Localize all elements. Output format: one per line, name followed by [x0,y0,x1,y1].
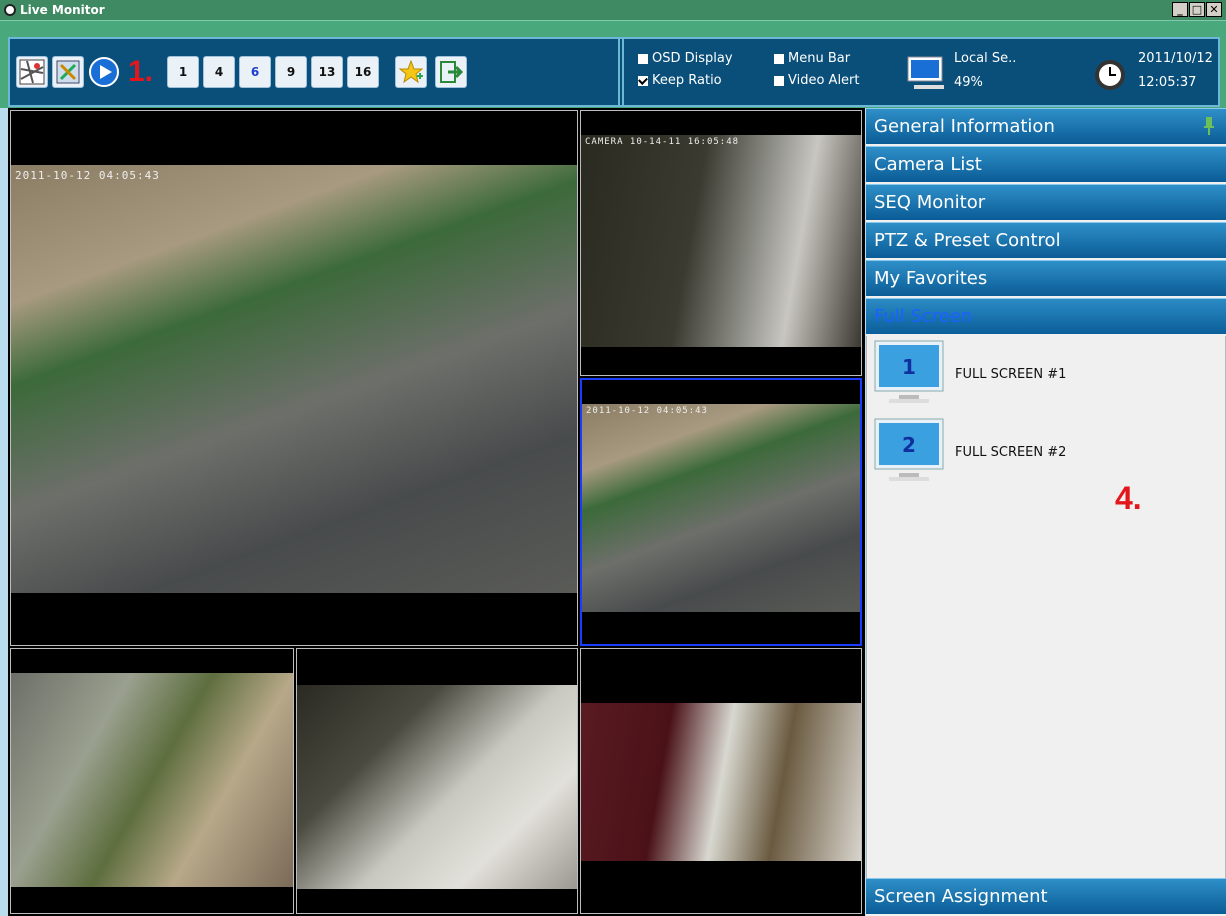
full-screen-label: Full Screen [874,306,973,327]
settings-tool-icon [56,60,80,84]
session-status[interactable]: Local Se.. 49% [906,47,1076,99]
close-button[interactable]: ✕ [1206,2,1222,17]
seq-monitor-label: SEQ Monitor [874,192,986,213]
camera-feed-office [581,703,861,861]
layout-13-button[interactable]: 13 [311,56,344,88]
display-options: OSD Display Menu Bar Keep Ratio Video Al… [638,47,898,99]
step-one-label: 1. [128,55,154,88]
clock-icon [1095,60,1125,90]
layout-13-label: 13 [318,65,336,79]
camera-feed-street-small [582,404,860,612]
panel-ptz-preset-control[interactable]: PTZ & Preset Control [866,222,1226,258]
video-cell-2[interactable]: CAMERA 10-14-11 16:05:48 [580,110,862,376]
layout-4-label: 4 [214,65,224,79]
cam2-osd-timestamp: CAMERA 10-14-11 16:05:48 [585,137,740,147]
camera-feed-room [581,135,861,347]
cam3-osd-timestamp: 2011-10-12 04:05:43 [586,406,708,416]
panel-camera-list[interactable]: Camera List [866,146,1226,182]
layout-1-label: 1 [178,65,188,79]
panel-general-information[interactable]: General Information [866,108,1226,144]
layout-4-button[interactable]: 4 [203,56,236,88]
app-icon [4,4,16,16]
video-alert-box [774,75,784,86]
osd-display-checkbox[interactable]: OSD Display [638,51,733,66]
live-monitor-window: Live Monitor _ □ ✕ 1. 1 4 6 9 13 16 OSD … [0,0,1226,916]
full-screen-1-label: FULL SCREEN #1 [955,366,1067,382]
panel-full-screen[interactable]: Full Screen [866,298,1226,334]
full-screen-2-label: FULL SCREEN #2 [955,444,1067,460]
camera-feed-street [11,165,577,593]
session-name: Local Se.. [954,51,1017,66]
camera-feed-balcony [297,685,577,889]
pin-icon[interactable] [1204,117,1214,135]
video-cell-5[interactable] [296,648,578,914]
menu-bar-box [774,53,784,64]
full-screen-2-number: 2 [902,433,916,457]
layout-9-label: 9 [286,65,296,79]
window-title: Live Monitor [20,3,105,17]
side-panel: General Information Camera List SEQ Moni… [866,108,1226,916]
my-favorites-label: My Favorites [874,268,988,289]
map-icon [19,59,45,85]
clock-display: 2011/10/12 12:05:37 [1086,47,1226,99]
maximize-button[interactable]: □ [1189,2,1205,17]
layout-1-button[interactable]: 1 [167,56,200,88]
panel-screen-assignment[interactable]: Screen Assignment [866,878,1226,914]
panel-my-favorites[interactable]: My Favorites [866,260,1226,296]
video-cell-4[interactable] [10,648,294,914]
monitor-icon [907,56,944,89]
session-percent: 49% [954,75,983,90]
full-screen-item-1[interactable]: 1 FULL SCREEN #1 [867,338,1211,410]
video-alert-label: Video Alert [788,73,860,88]
video-cell-1[interactable]: 2011-10-12 04:05:43 [10,110,578,646]
minimize-button[interactable]: _ [1172,2,1188,17]
toolbar-separator [618,39,624,105]
full-screen-item-2[interactable]: 2 FULL SCREEN #2 [867,416,1211,488]
video-cell-3-selected[interactable]: 2011-10-12 04:05:43 [580,378,862,646]
toolbar-buttons: 1. 1 4 6 9 13 16 [12,39,616,105]
ptz-preset-control-label: PTZ & Preset Control [874,230,1061,251]
video-cell-6[interactable] [580,648,862,914]
layout-9-button[interactable]: 9 [275,56,308,88]
clock-date: 2011/10/12 [1138,51,1213,66]
video-alert-checkbox[interactable]: Video Alert [774,73,860,88]
play-icon [89,57,119,87]
main-osd-timestamp: 2011-10-12 04:05:43 [15,169,160,182]
menu-bar-label: Menu Bar [788,51,851,66]
layout-6-label: 6 [250,65,260,79]
camera-feed-intersection [11,673,293,887]
menu-bar-checkbox[interactable]: Menu Bar [774,51,850,66]
layout-16-label: 16 [354,65,372,79]
full-screen-1-number: 1 [902,355,916,379]
map-button[interactable] [16,56,48,88]
general-information-label: General Information [874,116,1055,137]
toolbar: 1. 1 4 6 9 13 16 OSD Display Menu Bar Ke… [0,20,1226,108]
full-screen-monitor-icon: 2 [874,418,944,481]
layout-6-button[interactable]: 6 [239,56,272,88]
exit-icon [440,61,464,83]
favorite-button[interactable] [395,56,428,88]
keep-ratio-checkbox[interactable]: Keep Ratio [638,73,722,88]
star-icon [398,59,424,84]
full-screen-monitor-icon: 1 [874,340,944,403]
keep-ratio-label: Keep Ratio [652,73,722,88]
screen-assignment-label: Screen Assignment [874,886,1048,907]
clock-time: 12:05:37 [1138,75,1197,90]
full-screen-list: 1 FULL SCREEN #1 2 FULL SCREEN #2 4. [866,336,1226,884]
camera-list-label: Camera List [874,154,982,175]
toolbar-inner: 1. 1 4 6 9 13 16 OSD Display Menu Bar Ke… [8,37,1220,107]
config-button[interactable] [52,56,84,88]
osd-display-label: OSD Display [652,51,733,66]
window-controls: _ □ ✕ [1172,2,1222,17]
panel-seq-monitor[interactable]: SEQ Monitor [866,184,1226,220]
exit-button[interactable] [435,56,468,88]
playback-button[interactable] [88,56,120,88]
title-bar: Live Monitor _ □ ✕ [0,0,1226,20]
layout-16-button[interactable]: 16 [347,56,380,88]
video-grid: 2011-10-12 04:05:43 CAMERA 10-14-11 16:0… [8,108,865,916]
step-four-label: 4. [1115,480,1142,516]
osd-display-box [638,53,648,64]
keep-ratio-box [638,75,648,86]
